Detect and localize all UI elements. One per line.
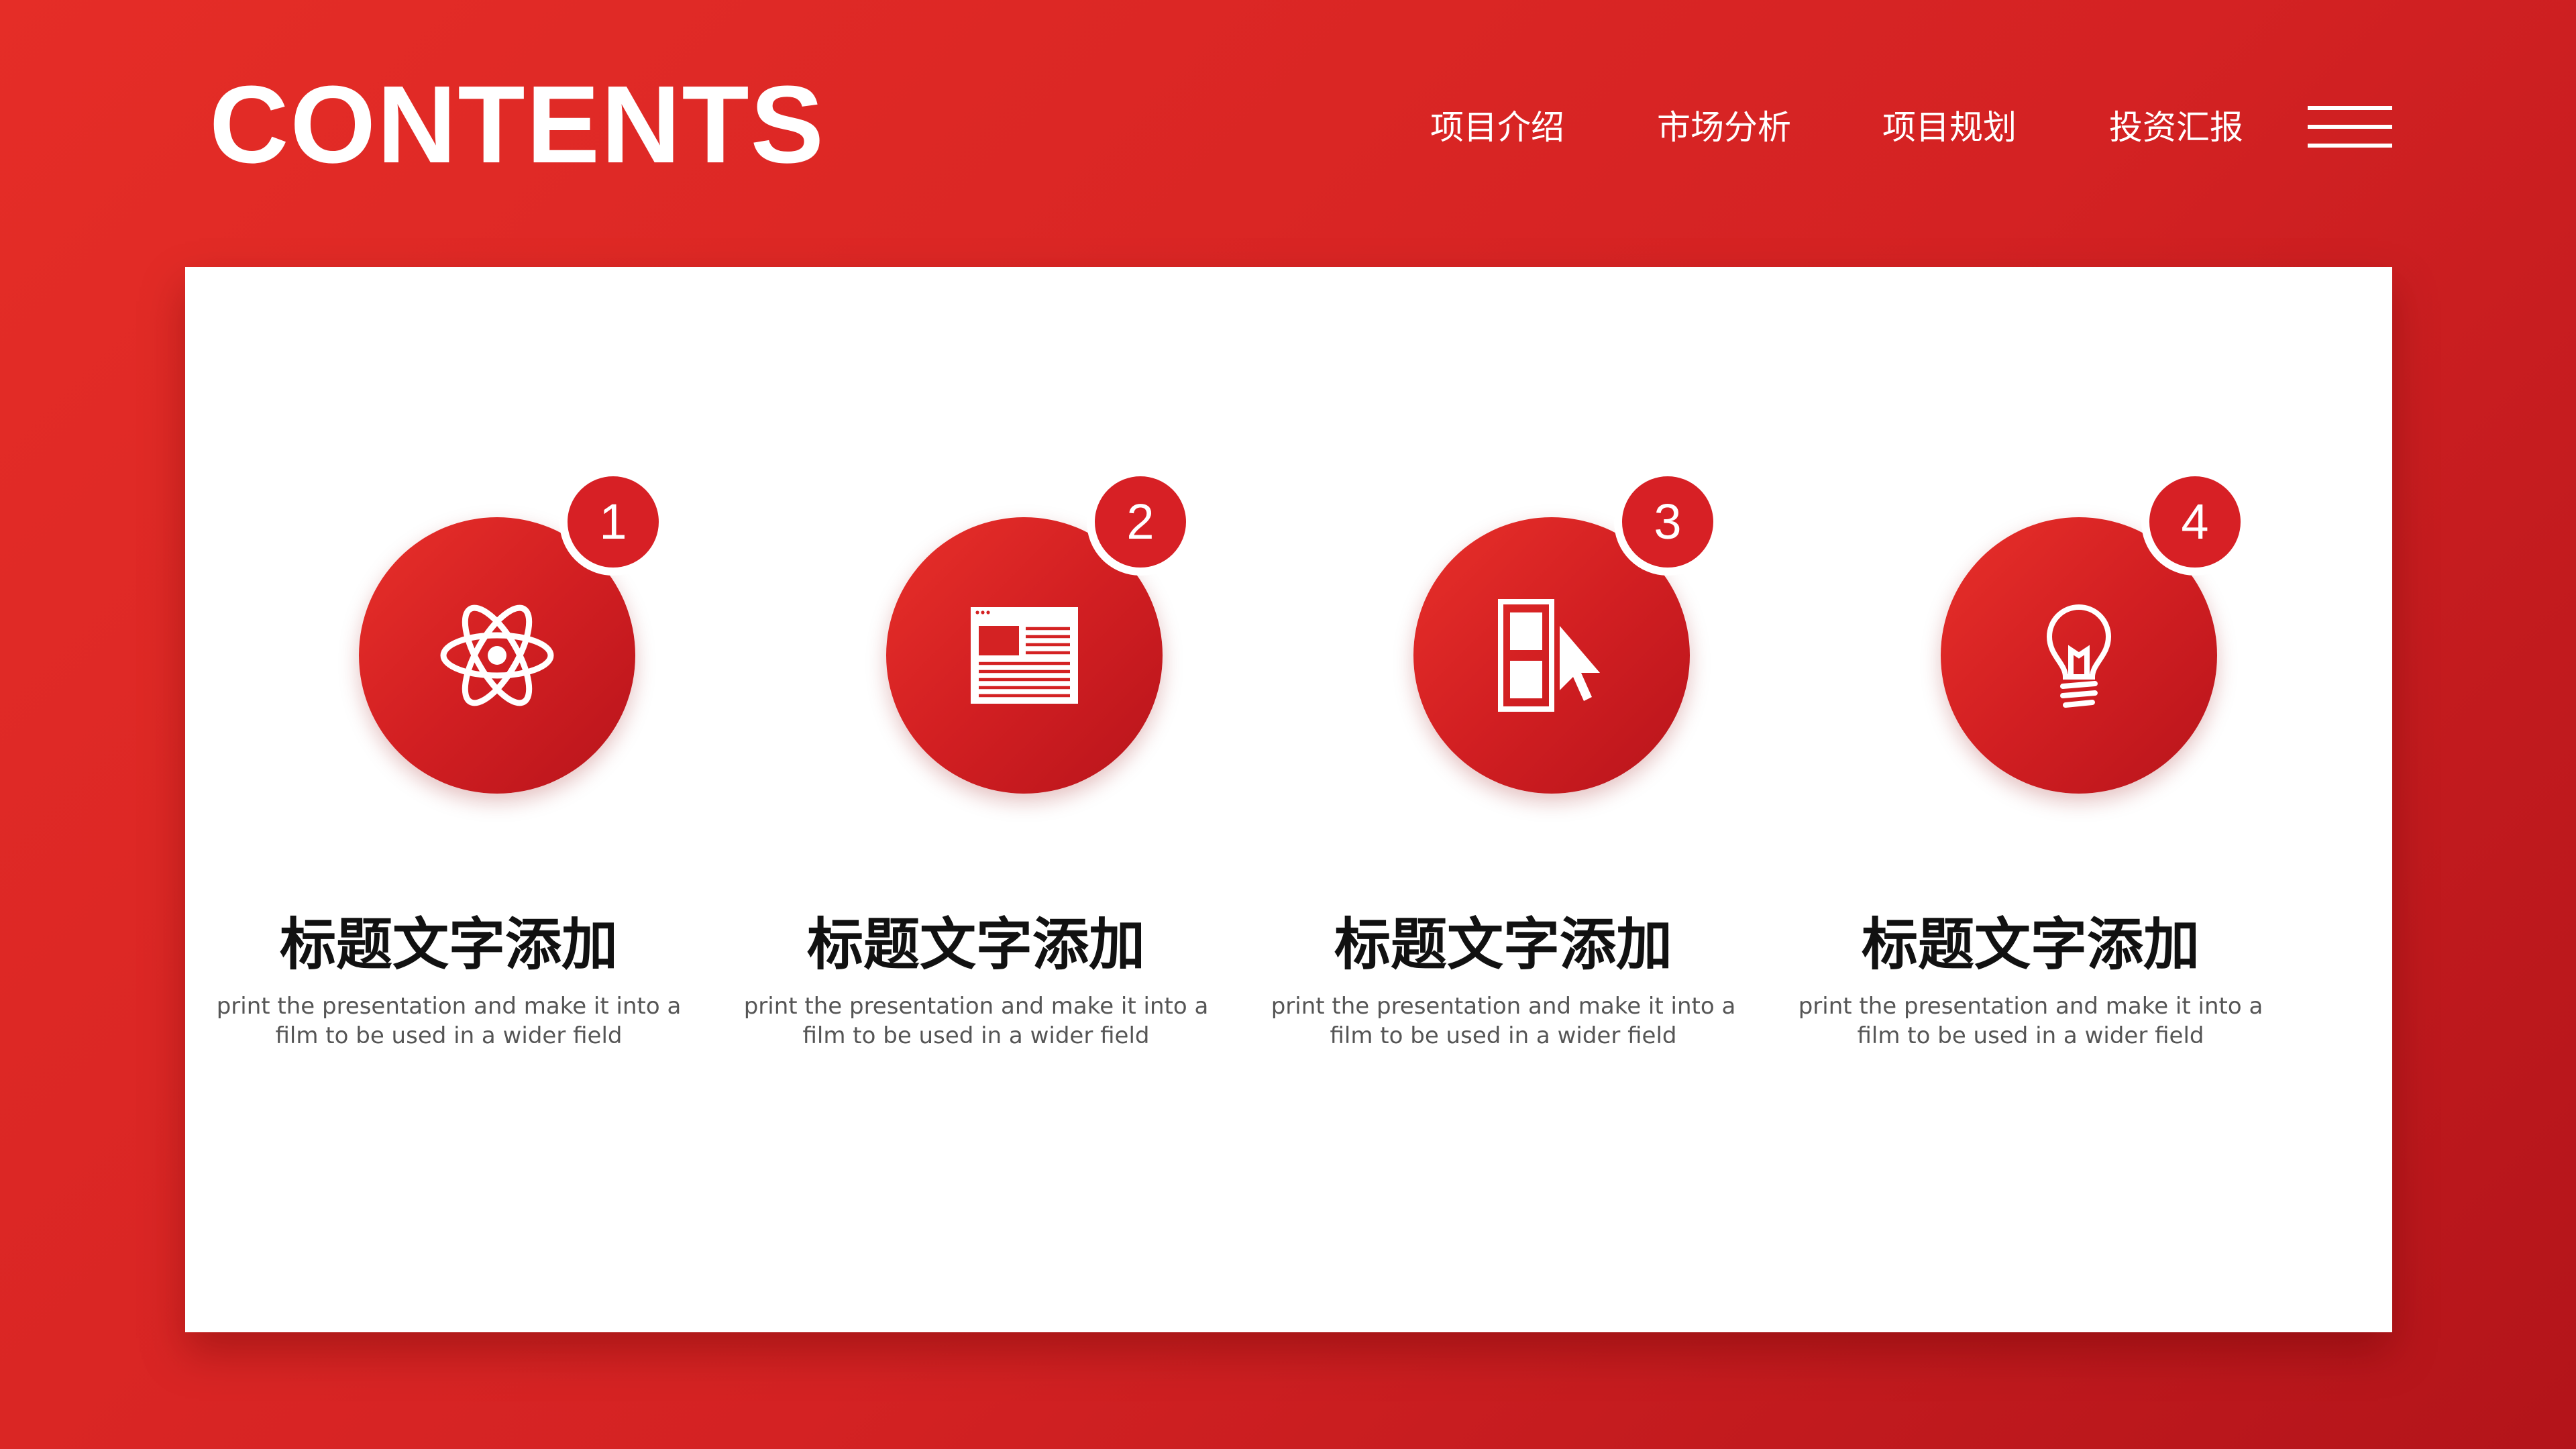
- number-badge: 4: [2141, 468, 2249, 576]
- newspaper-icon: [971, 607, 1078, 704]
- item-description: print the presentation and make it into …: [216, 993, 682, 1049]
- item-description: print the presentation and make it into …: [1798, 993, 2263, 1049]
- nav-item-market-analysis[interactable]: 市场分析: [1657, 107, 1791, 148]
- nav-item-investment-report[interactable]: 投资汇报: [2109, 107, 2243, 148]
- contents-panel: 1 标题文字添加 print the presentation and make…: [185, 267, 2392, 1332]
- contents-item-4[interactable]: 4 标题文字添加 print the presentation and make…: [1767, 267, 2294, 1332]
- contents-item-1[interactable]: 1 标题文字添加 print the presentation and make…: [185, 267, 712, 1332]
- nav-item-project-intro[interactable]: 项目介绍: [1430, 107, 1564, 148]
- nav-item-project-plan[interactable]: 项目规划: [1882, 107, 2017, 148]
- number-badge: 3: [1614, 468, 1721, 576]
- contents-item-3[interactable]: 3 标题文字添加 print the presentation and make…: [1240, 267, 1767, 1332]
- item-title: 标题文字添加: [1334, 912, 1672, 977]
- item-description: print the presentation and make it into …: [743, 993, 1209, 1049]
- item-title: 标题文字添加: [279, 912, 618, 977]
- lightbulb-icon: [2046, 604, 2112, 708]
- item-description: print the presentation and make it into …: [1271, 993, 1736, 1049]
- cursor-select-icon: [1498, 599, 1600, 712]
- item-title: 标题文字添加: [806, 912, 1145, 977]
- item-title: 标题文字添加: [1861, 912, 2200, 977]
- atom-icon: [440, 604, 554, 706]
- hamburger-menu-icon[interactable]: [2308, 106, 2392, 148]
- page-title: CONTENTS: [209, 63, 825, 186]
- number-badge: 1: [559, 468, 667, 576]
- number-badge: 2: [1087, 468, 1194, 576]
- contents-item-2[interactable]: 2 标题文字添加 print the presentation and make…: [712, 267, 1240, 1332]
